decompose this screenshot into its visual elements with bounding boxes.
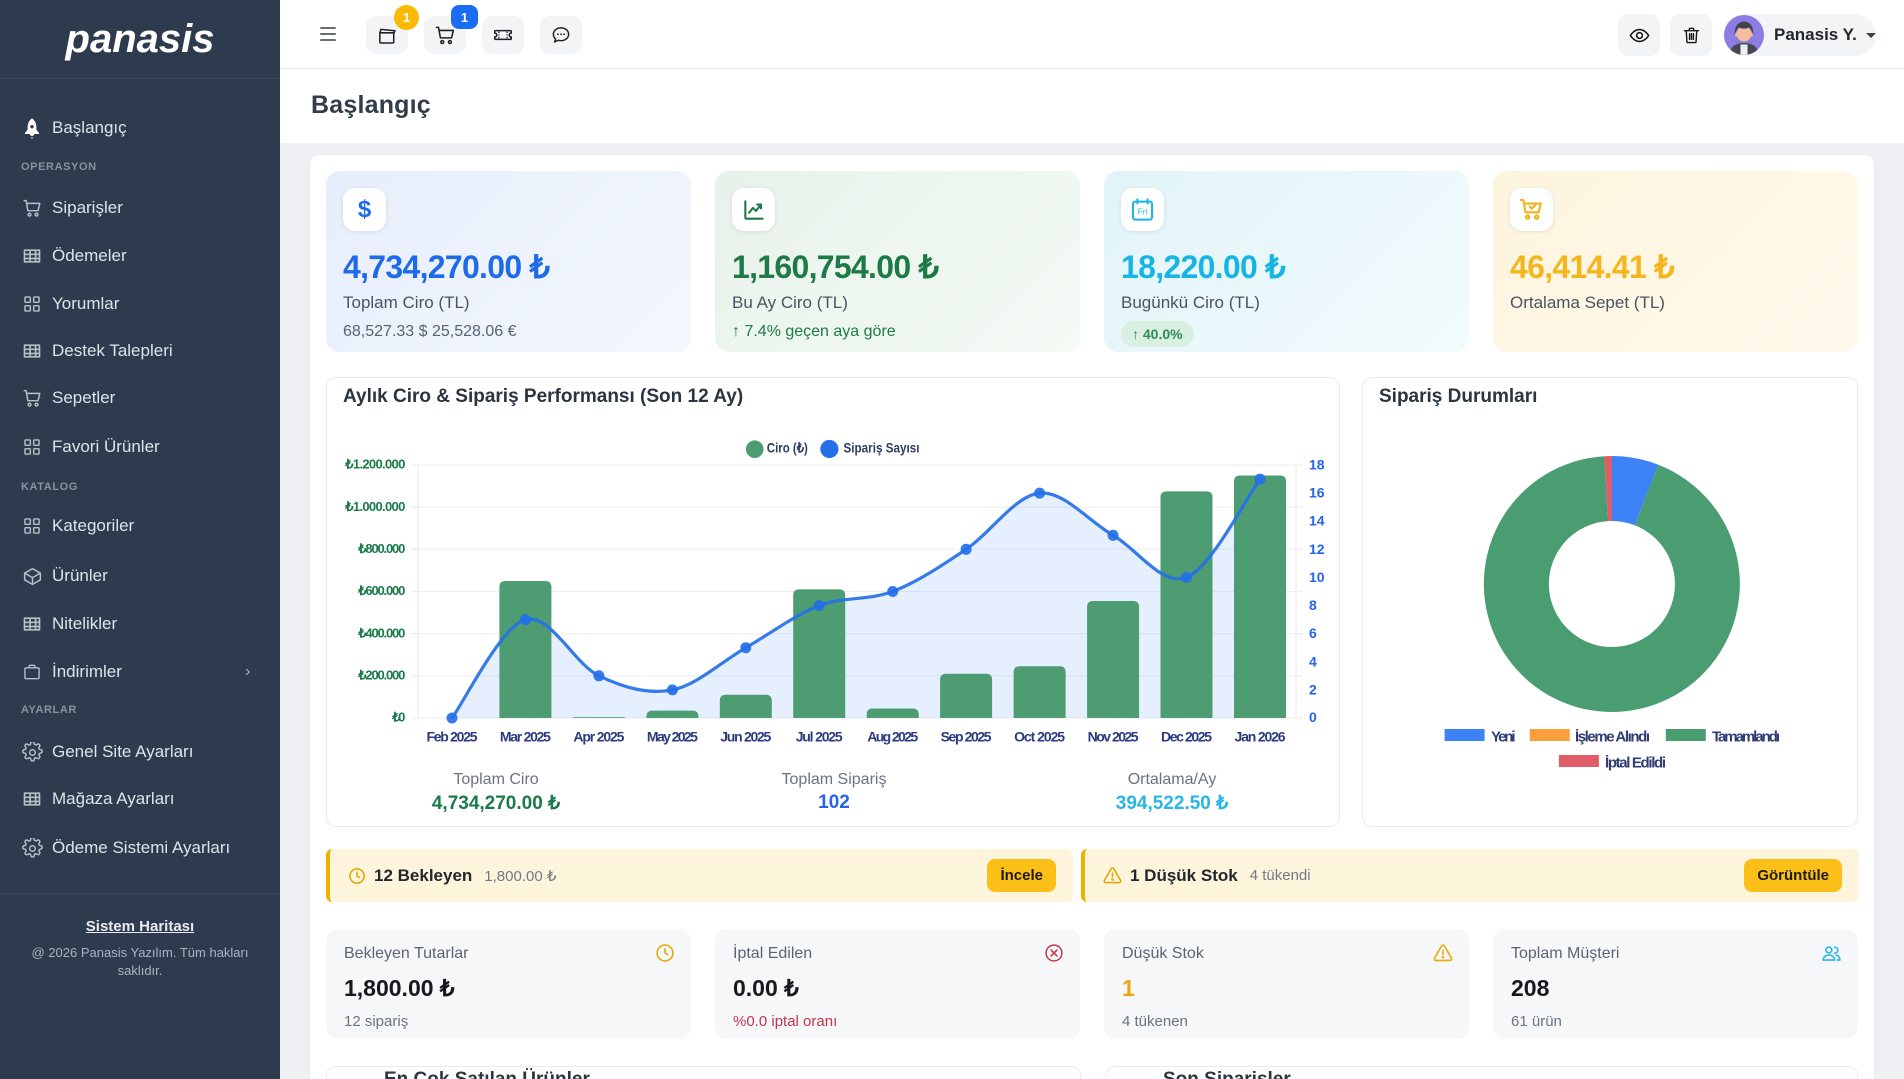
svg-text:₺1.000.000: ₺1.000.000 [344, 499, 405, 514]
svg-text:Aug 2025: Aug 2025 [867, 729, 918, 745]
svg-text:Nov 2025: Nov 2025 [1088, 729, 1139, 745]
svg-text:0: 0 [1309, 709, 1317, 725]
svg-text:Tamamlandı: Tamamlandı [1712, 729, 1780, 746]
svg-text:Feb 2025: Feb 2025 [427, 729, 478, 745]
svg-text:İptal Edildi: İptal Edildi [1605, 755, 1666, 772]
svg-text:16: 16 [1309, 485, 1325, 501]
svg-text:6: 6 [1309, 625, 1317, 641]
svg-text:₺800.000: ₺800.000 [357, 541, 405, 556]
svg-text:İşleme Alındı: İşleme Alındı [1575, 729, 1650, 746]
svg-text:Dec 2025: Dec 2025 [1161, 729, 1212, 745]
svg-text:₺0: ₺0 [391, 710, 405, 725]
svg-text:Mar 2025: Mar 2025 [500, 729, 551, 745]
svg-text:Jul 2025: Jul 2025 [796, 729, 843, 745]
svg-text:₺400.000: ₺400.000 [357, 625, 405, 640]
svg-text:Oct 2025: Oct 2025 [1014, 729, 1065, 745]
svg-text:10: 10 [1309, 569, 1325, 585]
svg-text:₺600.000: ₺600.000 [357, 583, 405, 598]
svg-text:12: 12 [1309, 541, 1325, 557]
svg-text:4: 4 [1309, 653, 1317, 669]
svg-text:8: 8 [1309, 597, 1317, 613]
svg-text:Apr 2025: Apr 2025 [573, 729, 624, 745]
svg-text:₺200.000: ₺200.000 [357, 667, 405, 682]
svg-text:2: 2 [1309, 681, 1317, 697]
svg-text:Fri: Fri [1138, 207, 1148, 216]
svg-text:14: 14 [1309, 513, 1325, 529]
svg-text:Jan 2026: Jan 2026 [1235, 729, 1286, 745]
svg-text:May 2025: May 2025 [647, 729, 698, 745]
svg-text:Ciro (₺): Ciro (₺) [767, 440, 808, 456]
svg-text:Sipariş Sayısı: Sipariş Sayısı [844, 440, 920, 456]
svg-text:Yeni: Yeni [1491, 729, 1516, 746]
svg-text:Jun 2025: Jun 2025 [720, 729, 771, 745]
svg-text:Sep 2025: Sep 2025 [941, 729, 992, 745]
svg-text:18: 18 [1309, 457, 1325, 473]
svg-text:₺1.200.000: ₺1.200.000 [344, 457, 405, 472]
